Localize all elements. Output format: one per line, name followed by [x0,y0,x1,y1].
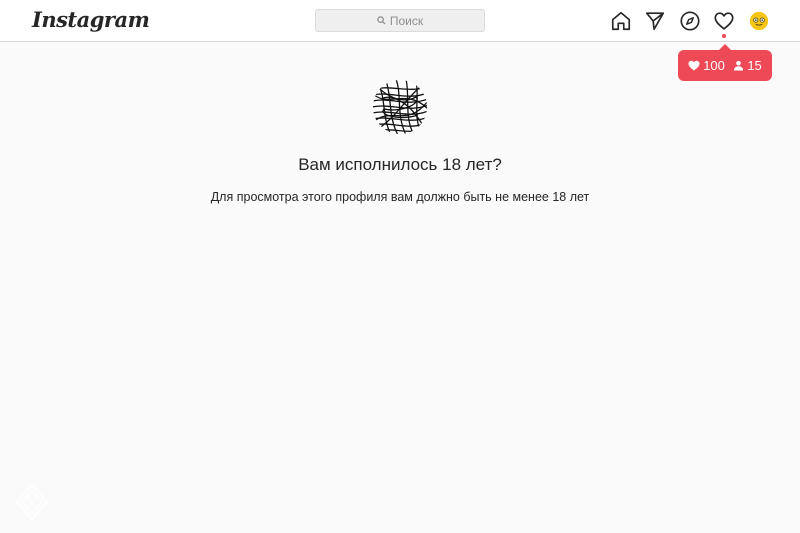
activity-heart-icon[interactable] [713,10,735,32]
age-verification-subtitle: Для просмотра этого профиля вам должно б… [210,190,590,204]
home-icon[interactable] [610,10,632,32]
instagram-logo[interactable]: Instagram [32,7,150,32]
profile-avatar[interactable] [748,10,770,32]
person-icon [734,60,744,71]
likes-count-group: 100 [688,58,725,73]
followers-count-group: 15 [733,58,762,73]
heart-icon [688,60,700,71]
search-input[interactable]: Поиск [315,9,485,32]
profile-picture-scribble [373,80,427,134]
age-verification-title: Вам исполнилось 18 лет? [298,155,502,174]
direct-icon[interactable] [644,10,666,32]
search-placeholder: Поиск [389,13,424,28]
activity-notification-popup[interactable]: 100 15 [678,44,772,81]
search-icon [377,16,386,25]
activity-indicator-dot [722,34,726,38]
top-navigation-bar: Instagram Поиск [0,0,800,42]
diamond-logo-icon [16,484,48,520]
likes-count: 100 [703,58,725,73]
explore-icon[interactable] [679,10,701,32]
followers-count: 15 [747,58,762,73]
